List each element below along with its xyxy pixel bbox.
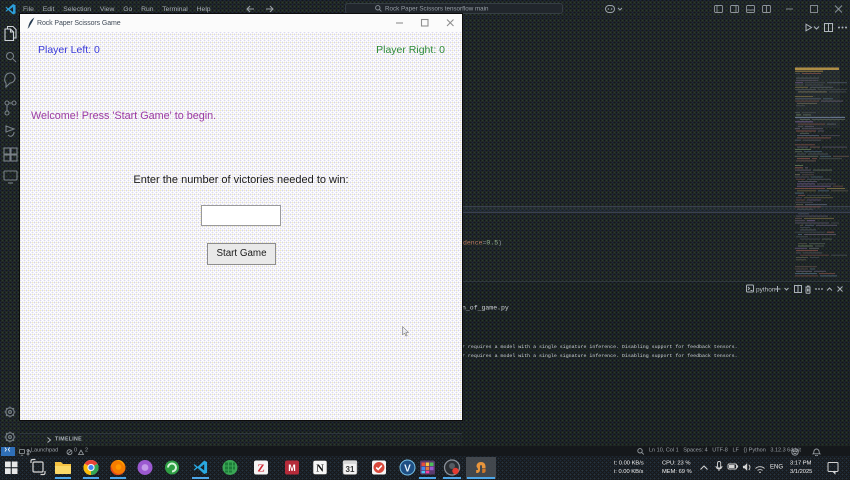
svg-text:N: N: [316, 464, 324, 475]
svg-text:python: python: [756, 287, 776, 294]
svg-text:V: V: [404, 464, 411, 475]
svg-text:Z: Z: [257, 463, 264, 475]
svg-text:31: 31: [346, 465, 355, 474]
svg-text:M: M: [288, 463, 296, 473]
